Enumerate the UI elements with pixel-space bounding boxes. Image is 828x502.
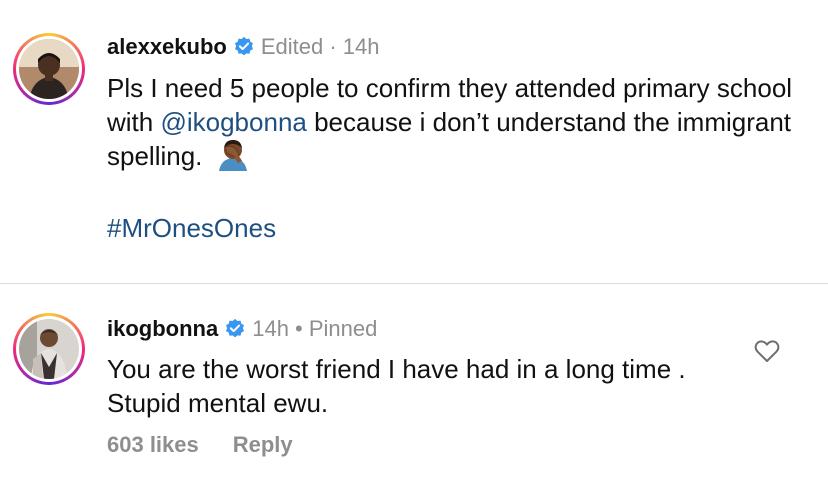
comment-meta: Edited · 14h (260, 34, 380, 59)
avatar-border (16, 36, 82, 102)
avatar-photo (19, 319, 79, 379)
mention-link[interactable]: @ikogbonna (160, 107, 306, 137)
comment-text: You are the worst friend I have had in a… (107, 354, 686, 418)
comment-header: alexxekubo Edited · 14h (107, 34, 379, 60)
comment-header: ikogbonna 14h • Pinned (107, 316, 377, 342)
verified-badge-icon (226, 318, 245, 338)
username[interactable]: ikogbonna (107, 316, 218, 342)
heart-icon[interactable] (754, 339, 780, 363)
hashtag-link[interactable]: #MrOnesOnes (107, 213, 276, 244)
comment-alexxekubo: alexxekubo Edited · 14h Pls I need 5 peo… (0, 0, 828, 283)
comment-actions: 603 likes Reply (107, 432, 293, 458)
comment-divider (0, 283, 828, 284)
comment-text: Pls I need 5 people to confirm they atte… (107, 71, 807, 173)
avatar[interactable] (13, 313, 85, 385)
facepalm-emoji-icon (218, 140, 247, 171)
avatar-border (16, 316, 82, 382)
comment-meta: 14h • Pinned (252, 316, 378, 341)
avatar[interactable] (13, 33, 85, 105)
comment-ikogbonna: ikogbonna 14h • Pinned You are the worst… (0, 285, 828, 502)
verified-badge-icon (234, 36, 253, 56)
avatar-photo (19, 39, 79, 99)
username[interactable]: alexxekubo (107, 34, 227, 60)
likes-count[interactable]: 603 likes (107, 432, 199, 458)
reply-button[interactable]: Reply (233, 432, 293, 458)
